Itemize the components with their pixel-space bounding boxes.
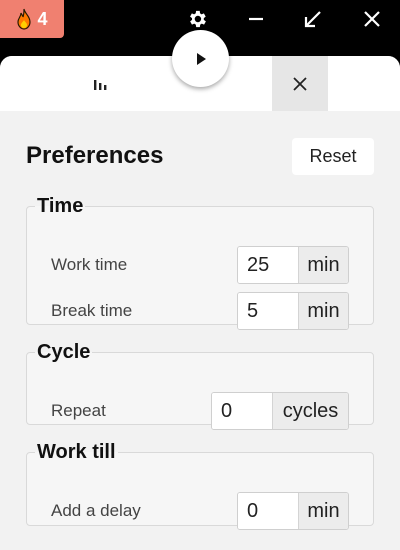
break-time-unit: min (298, 293, 348, 329)
delay-unit: min (298, 493, 348, 529)
repeat-row: Repeat cycles (51, 392, 349, 430)
repeat-field: cycles (211, 392, 349, 430)
page-title: Preferences (26, 142, 164, 169)
work-time-input[interactable] (238, 247, 298, 283)
delay-field: min (237, 492, 349, 530)
minimize-icon (249, 17, 263, 21)
work-time-unit: min (298, 247, 348, 283)
work-time-label: Work time (51, 255, 128, 274)
play-button[interactable] (172, 30, 229, 87)
play-icon (196, 52, 206, 65)
delay-input[interactable] (238, 493, 298, 529)
close-icon (293, 76, 307, 91)
streak-badge[interactable]: 4 (0, 0, 64, 38)
restore-button[interactable] (293, 0, 333, 38)
close-window-button[interactable] (352, 0, 392, 38)
repeat-input[interactable] (212, 393, 272, 429)
time-legend: Time (37, 195, 84, 217)
gear-icon (190, 10, 206, 28)
minimize-button[interactable] (236, 0, 276, 38)
break-time-row: Break time min (51, 292, 349, 330)
repeat-unit: cycles (272, 393, 348, 429)
cycle-group: Cycle Repeat cycles (26, 341, 374, 430)
cycle-legend: Cycle (37, 341, 91, 363)
restore-icon (304, 11, 321, 28)
close-preferences-button[interactable] (272, 56, 328, 111)
work-time-row: Work time min (51, 246, 349, 284)
delay-row: Add a delay min (51, 492, 349, 530)
preferences-panel: Preferences Reset Time Work time min Bre… (0, 56, 400, 550)
repeat-label: Repeat (51, 401, 106, 420)
close-icon (364, 11, 380, 27)
delay-label: Add a delay (51, 501, 141, 520)
break-time-input[interactable] (238, 293, 298, 329)
reset-button[interactable]: Reset (292, 138, 374, 175)
time-group: Time Work time min Break time min (26, 195, 374, 330)
work-time-field: min (237, 246, 349, 284)
tab-stats[interactable] (88, 74, 112, 94)
break-time-field: min (237, 292, 349, 330)
streak-count: 4 (37, 8, 48, 29)
break-time-label: Break time (51, 301, 133, 320)
work-till-group: Work till Add a delay min (26, 441, 374, 530)
work-till-legend: Work till (37, 441, 116, 463)
flame-icon (17, 8, 32, 30)
bar-chart-icon (94, 80, 107, 90)
